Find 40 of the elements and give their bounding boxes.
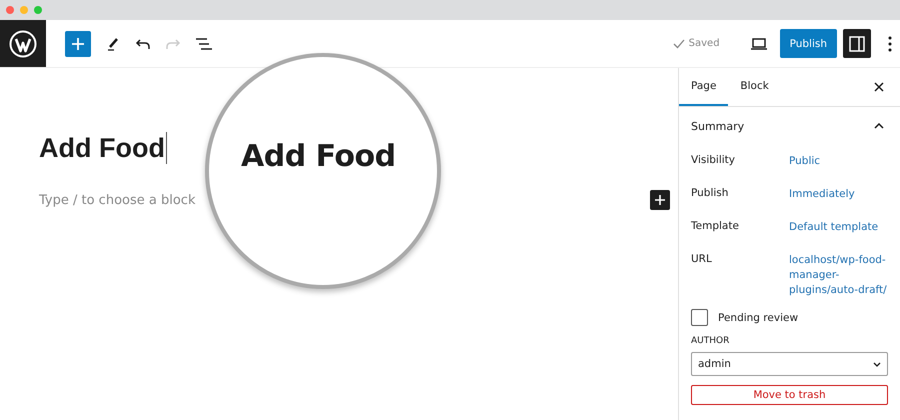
checkbox-label: Pending review: [718, 312, 798, 324]
summary-panel-toggle[interactable]: Summary: [679, 107, 900, 145]
settings-toggle-button[interactable]: [843, 29, 871, 58]
more-options-icon[interactable]: [888, 36, 892, 52]
add-block-button[interactable]: [65, 30, 91, 56]
setting-link[interactable]: Immediately: [789, 187, 888, 202]
zoom-dot-icon[interactable]: [34, 6, 42, 14]
setting-link[interactable]: Public: [789, 154, 888, 169]
saved-status: Saved: [672, 38, 720, 49]
plus-icon: [655, 195, 665, 205]
move-to-trash-button[interactable]: Move to trash: [691, 385, 888, 405]
magnified-title: Add Food: [241, 139, 396, 174]
list-view-icon[interactable]: [195, 36, 213, 52]
panel-title: Summary: [691, 120, 744, 132]
laptop-icon[interactable]: [750, 36, 768, 50]
setting-label: URL: [691, 253, 713, 267]
close-dot-icon[interactable]: [6, 6, 14, 14]
logo-icon: [9, 30, 37, 58]
setting-link[interactable]: localhost/wp-food-manager-plugins/auto-draft/: [789, 253, 888, 298]
sidebar-tab[interactable]: Block: [728, 68, 781, 106]
wordpress-logo-button[interactable]: [0, 20, 46, 67]
setting-label: Template: [691, 220, 740, 234]
sidebar-icon: [849, 36, 865, 52]
setting-label: Publish: [691, 187, 730, 201]
close-icon[interactable]: [874, 82, 884, 92]
setting-link[interactable]: Default template: [789, 220, 888, 235]
publish-button[interactable]: Publish: [780, 29, 837, 58]
post-title-field[interactable]: Add Food: [39, 132, 165, 164]
check-icon: [672, 38, 685, 48]
setting-label: Visibility: [691, 154, 736, 168]
block-inserter-button[interactable]: [650, 190, 670, 210]
author-label: AUTHOR: [691, 336, 730, 346]
minimize-dot-icon[interactable]: [20, 6, 28, 14]
sidebar-tab[interactable]: Page: [679, 68, 728, 106]
author-select[interactable]: admin: [691, 352, 888, 376]
pencil-icon[interactable]: [105, 36, 121, 52]
chevron-down-icon: [873, 362, 881, 366]
block-placeholder[interactable]: Type / to choose a block: [39, 192, 650, 208]
plus-icon: [72, 38, 84, 50]
checkbox[interactable]: [691, 309, 708, 326]
